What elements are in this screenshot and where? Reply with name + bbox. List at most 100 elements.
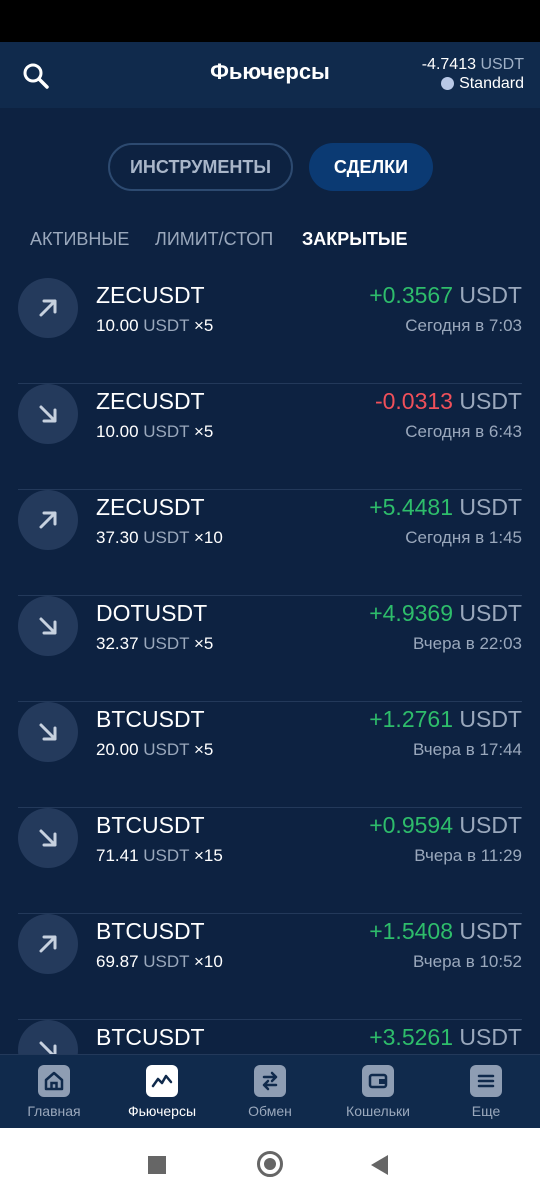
trade-leverage: ×10 [194, 952, 223, 971]
nav-futures[interactable]: Фьючерсы [112, 1065, 212, 1119]
trade-row[interactable]: BTCUSDT 71.41 USDT ×15 +0.9594 USDT Вчера в… [18, 808, 522, 914]
tab-closed[interactable]: ЗАКРЫТЫЕ [302, 229, 408, 250]
trade-pnl: +0.9594 [369, 812, 453, 838]
trade-pnl-line: +4.9369 USDT [369, 600, 522, 627]
nav-exchange-label: Обмен [248, 1103, 292, 1119]
segment-deals[interactable]: СДЕЛКИ [309, 143, 433, 191]
direction-badge [18, 1020, 78, 1054]
trade-amount-unit: USDT [143, 952, 190, 971]
trade-leverage: ×5 [194, 422, 214, 441]
trade-pnl-unit: USDT [459, 812, 522, 838]
nav-more[interactable]: Еще [436, 1065, 536, 1119]
trade-row[interactable]: DOTUSDT 32.37 USDT ×5 +4.9369 USDT Вчера в … [18, 596, 522, 702]
trade-amount-line: 32.37 USDT ×5 [96, 634, 213, 654]
trade-leverage: ×5 [194, 316, 214, 335]
trade-time: Вчера в 11:29 [414, 846, 522, 865]
nav-wallets-label: Кошельки [346, 1103, 410, 1119]
home-button[interactable] [257, 1151, 283, 1177]
trade-row[interactable]: ZECUSDT 37.30 USDT ×10 +5.4481 USDT Сегодня… [18, 490, 522, 596]
arrow-up-right-icon [39, 511, 57, 529]
trade-pnl: +0.3567 [369, 282, 453, 308]
trade-symbol: BTCUSDT [96, 1024, 205, 1050]
exchange-icon [254, 1065, 286, 1097]
balance-display[interactable]: -4.7413 USDT Standard [422, 55, 524, 93]
trade-time: Сегодня в 6:43 [405, 422, 522, 441]
system-nav-bar [0, 1128, 540, 1200]
trade-time: Вчера в 10:52 [412, 952, 522, 971]
trade-pnl: +5.4481 [369, 494, 453, 520]
nav-home[interactable]: Главная [4, 1065, 104, 1119]
trade-amount: 37.30 [96, 528, 139, 547]
tab-active[interactable]: АКТИВНЫЕ [30, 229, 129, 250]
trade-amount: 32.37 [96, 634, 139, 653]
trade-pnl-line: +1.5408 USDT [369, 918, 522, 945]
account-type: Standard [459, 75, 524, 92]
trade-amount-line: 69.87 USDT ×10 [96, 952, 223, 972]
direction-badge [18, 384, 78, 444]
trade-leverage: ×5 [194, 740, 214, 759]
trade-symbol: BTCUSDT [96, 918, 205, 944]
bottom-nav: Главная Фьючерсы Обмен Кошельки Еще [0, 1054, 540, 1129]
nav-wallets[interactable]: Кошельки [328, 1065, 428, 1119]
trade-amount-line: 20.00 USDT ×5 [96, 740, 213, 760]
trade-pnl-unit: USDT [459, 1024, 522, 1050]
account-dot-icon [441, 77, 455, 90]
arrow-down-right-icon [39, 617, 57, 635]
trade-amount: 10.00 [96, 316, 139, 335]
trade-amount-line: 71.41 USDT ×15 [96, 846, 223, 866]
trade-amount-unit: USDT [143, 846, 190, 865]
arrow-up-right-icon [39, 935, 57, 953]
trade-pnl-line: -0.0313 USDT [375, 388, 522, 415]
recents-button[interactable] [148, 1156, 166, 1174]
trade-amount-unit: USDT [143, 634, 190, 653]
direction-badge [18, 808, 78, 868]
trade-pnl: +1.5408 [369, 918, 453, 944]
trade-amount-unit: USDT [143, 528, 190, 547]
trade-row[interactable]: BTCUSDT 20.00 USDT ×5 +1.2761 USDT Вчера в … [18, 702, 522, 808]
trade-amount: 69.87 [96, 952, 139, 971]
trade-pnl-line: +1.2761 USDT [369, 706, 522, 733]
nav-home-label: Главная [27, 1103, 81, 1119]
nav-exchange[interactable]: Обмен [220, 1065, 320, 1119]
nav-more-label: Еще [471, 1103, 501, 1119]
trade-pnl: +1.2761 [369, 706, 453, 732]
direction-badge [18, 914, 78, 974]
app-header: Фьючерсы -4.7413 USDT Standard [0, 42, 540, 108]
trade-pnl-line: +0.3567 USDT [369, 282, 522, 309]
arrow-up-right-icon [39, 299, 57, 317]
trade-row[interactable]: BTCUSDT 69.87 USDT ×10 +1.5408 USDT Вчера в… [18, 914, 522, 1020]
trade-pnl-unit: USDT [459, 282, 522, 308]
balance-value: -4.7413 [421, 56, 476, 73]
trade-row[interactable]: BTCUSDT +3.5261 USDT [18, 1020, 522, 1054]
trade-amount-unit: USDT [143, 422, 190, 441]
segment-instruments[interactable]: ИНСТРУМЕНТЫ [108, 143, 293, 191]
trade-time: Сегодня в 1:45 [405, 528, 522, 547]
trade-symbol: DOTUSDT [96, 600, 208, 626]
status-bar [0, 0, 540, 42]
trade-amount-unit: USDT [143, 740, 190, 759]
direction-badge [18, 278, 78, 338]
trade-row[interactable]: ZECUSDT 10.00 USDT ×5 +0.3567 USDT Сегодня … [18, 278, 522, 384]
trade-time: Вчера в 22:03 [412, 634, 522, 653]
trade-pnl-line: +0.9594 USDT [369, 812, 522, 839]
trade-symbol: ZECUSDT [96, 494, 205, 520]
trade-pnl-unit: USDT [459, 600, 522, 626]
trade-amount: 71.41 [96, 846, 139, 865]
trade-pnl-line: +5.4481 USDT [369, 494, 522, 521]
direction-badge [18, 702, 78, 762]
home-icon [38, 1065, 70, 1097]
back-button[interactable] [371, 1155, 388, 1175]
trade-leverage: ×15 [194, 846, 223, 865]
trade-pnl-unit: USDT [459, 706, 522, 732]
trade-pnl: -0.0313 [374, 388, 453, 414]
trade-row[interactable]: ZECUSDT 10.00 USDT ×5 -0.0313 USDT Сегодня … [18, 384, 522, 490]
menu-icon [470, 1065, 502, 1097]
trades-list[interactable]: ZECUSDT 10.00 USDT ×5 +0.3567 USDT Сегодня … [0, 276, 540, 1054]
tab-limit-stop[interactable]: ЛИМИТ/СТОП [155, 229, 273, 250]
trade-pnl-unit: USDT [459, 388, 522, 414]
trade-pnl: +3.5261 [369, 1024, 453, 1050]
direction-badge [18, 490, 78, 550]
trade-amount: 20.00 [96, 740, 139, 759]
trade-amount: 10.00 [96, 422, 139, 441]
trade-amount-line: 10.00 USDT ×5 [96, 316, 213, 336]
